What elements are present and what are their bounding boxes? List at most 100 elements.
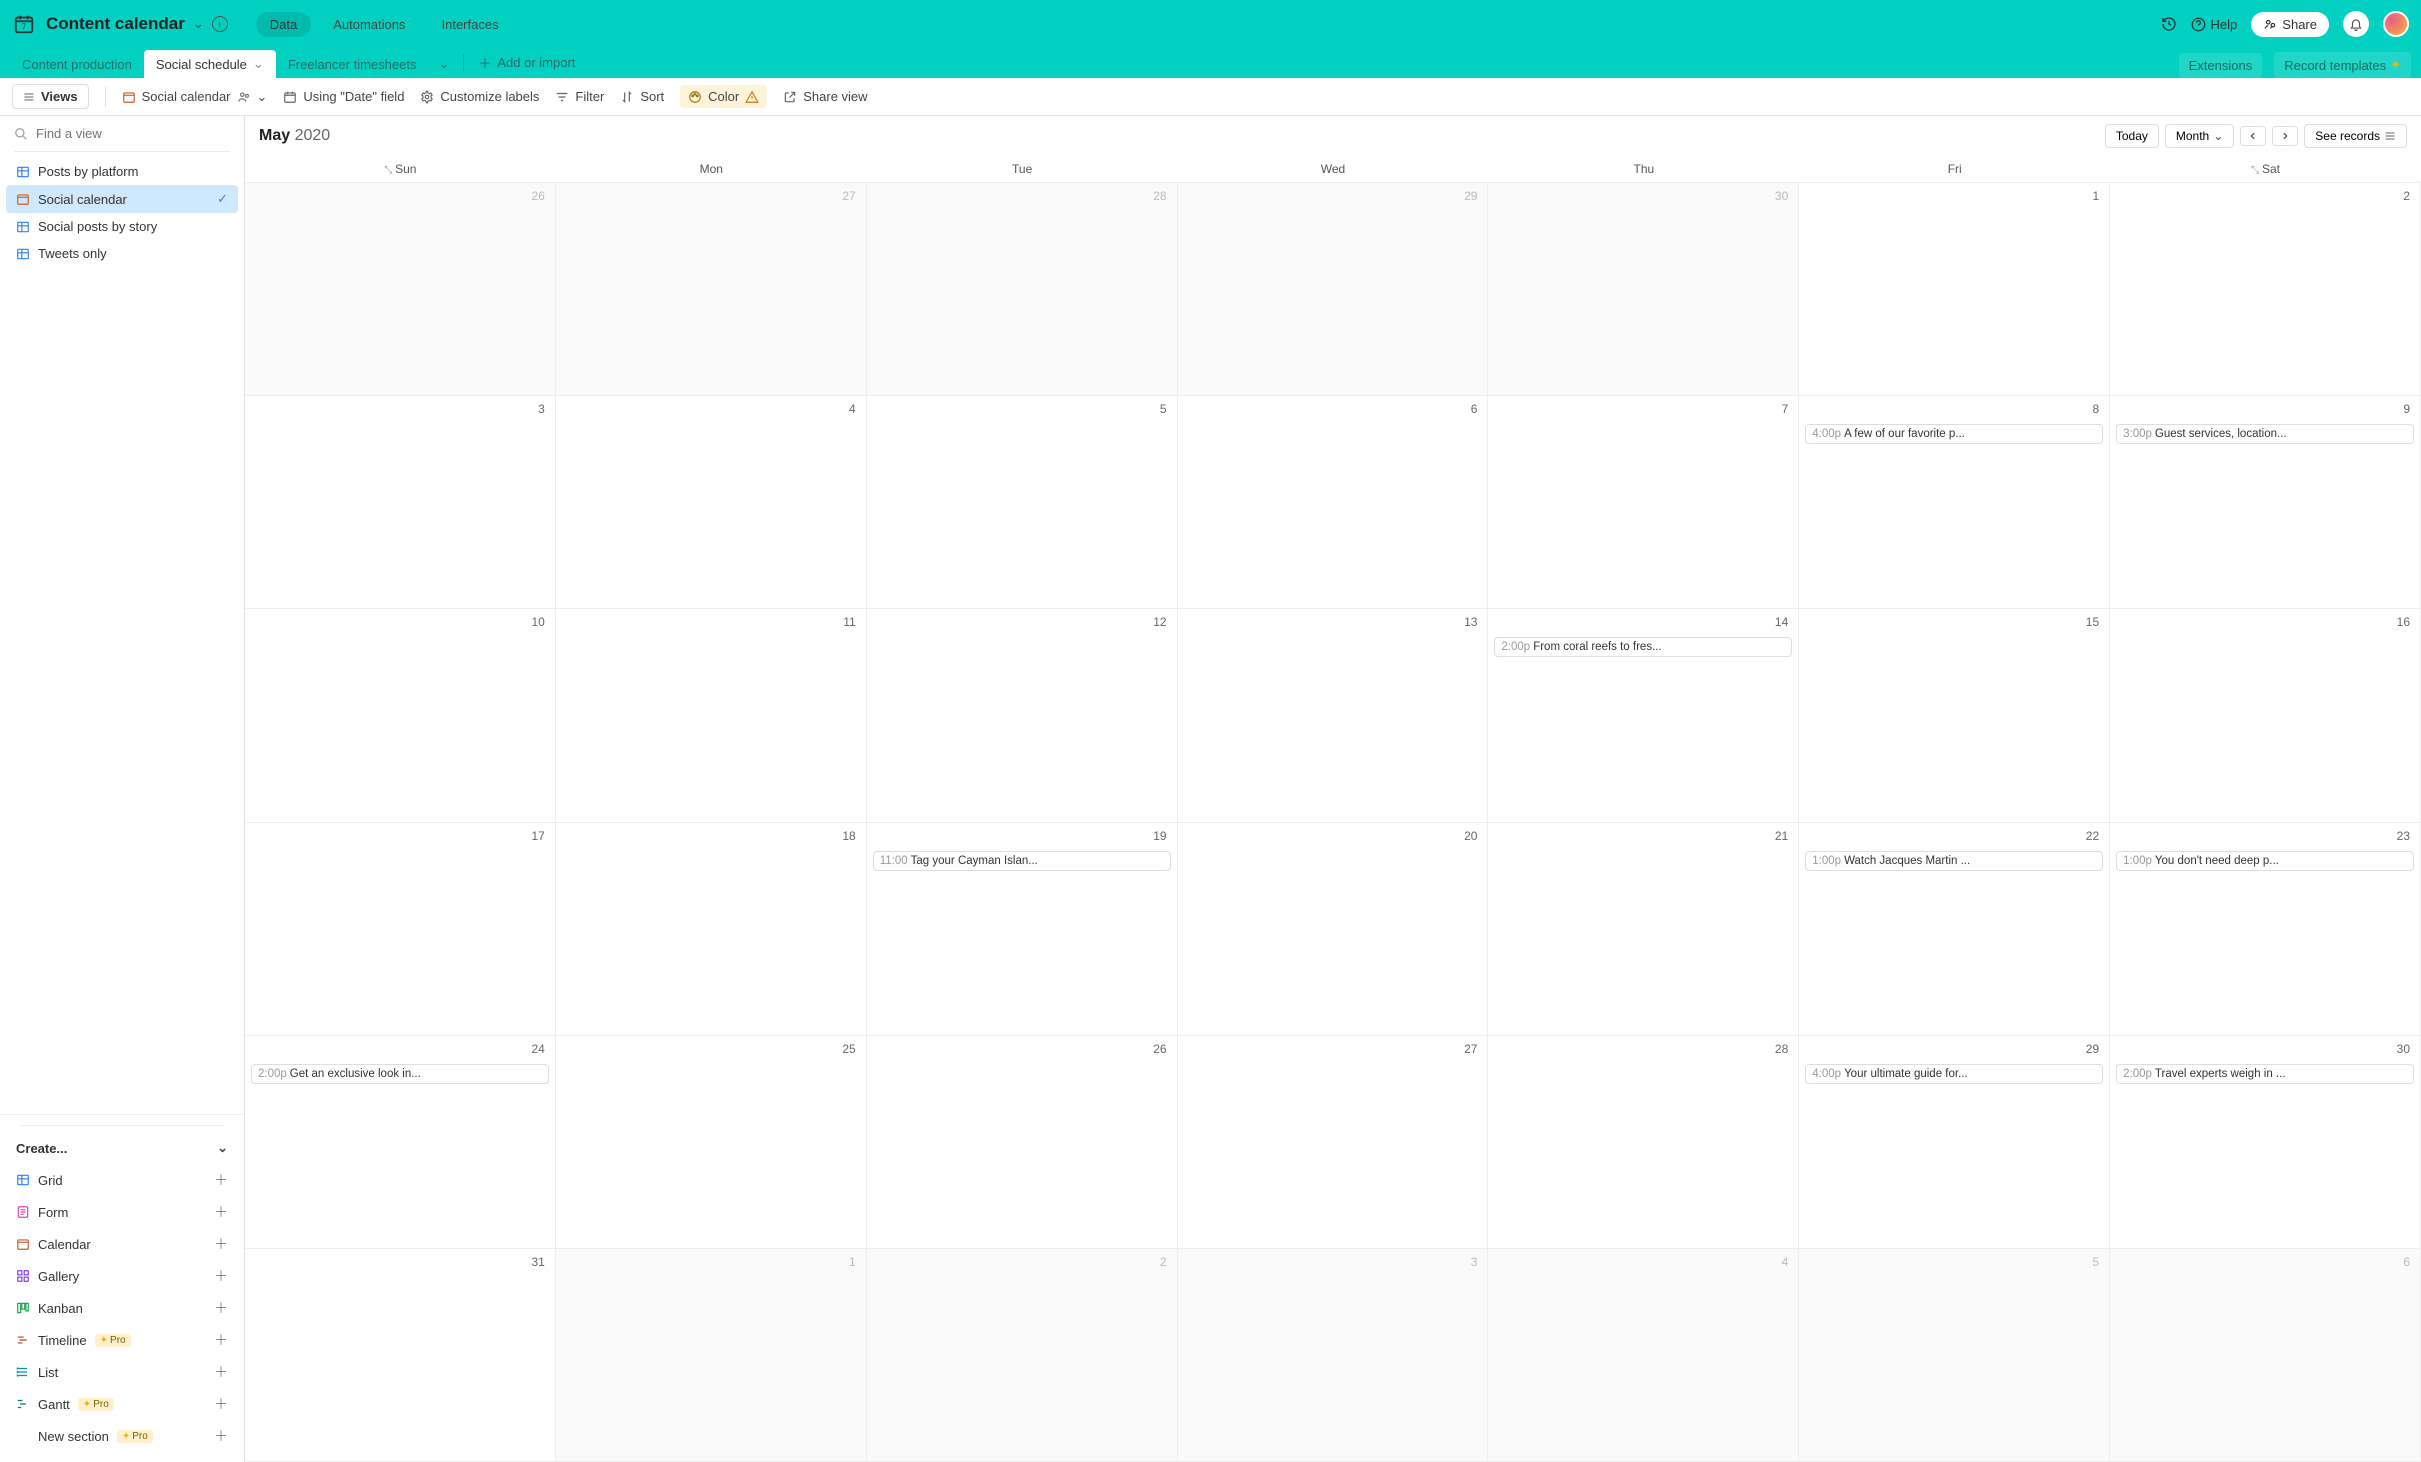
calendar-cell[interactable]: 221:00pWatch Jacques Martin ...: [1799, 823, 2110, 1036]
plus-icon[interactable]: ＋: [214, 1330, 228, 1350]
create-view-item[interactable]: Gantt ✦Pro ＋: [6, 1388, 238, 1420]
calendar-cell[interactable]: 1: [556, 1249, 867, 1462]
calendar-cell[interactable]: 1: [1799, 183, 2110, 396]
calendar-cell[interactable]: 26: [245, 183, 556, 396]
plus-icon[interactable]: ＋: [214, 1234, 228, 1254]
calendar-cell[interactable]: 93:00pGuest services, location...: [2110, 396, 2421, 609]
table-tab[interactable]: Content production: [10, 51, 144, 78]
calendar-cell[interactable]: 302:00pTravel experts weigh in ...: [2110, 1036, 2421, 1249]
calendar-cell[interactable]: 3: [245, 396, 556, 609]
calendar-cell[interactable]: 26: [867, 1036, 1178, 1249]
plus-icon[interactable]: ＋: [214, 1362, 228, 1382]
using-field-button[interactable]: Using "Date" field: [283, 89, 404, 104]
calendar-cell[interactable]: 16: [2110, 609, 2421, 822]
calendar-cell[interactable]: 10: [245, 609, 556, 822]
create-view-item[interactable]: Form ＋: [6, 1196, 238, 1228]
chevron-down-icon[interactable]: ⌄: [253, 56, 264, 72]
notifications-button[interactable]: [2343, 11, 2369, 37]
create-view-item[interactable]: Kanban ＋: [6, 1292, 238, 1324]
history-button[interactable]: [2161, 16, 2177, 32]
calendar-event[interactable]: 3:00pGuest services, location...: [2116, 424, 2414, 444]
calendar-cell[interactable]: 242:00pGet an exclusive look in...: [245, 1036, 556, 1249]
calendar-cell[interactable]: 27: [1178, 1036, 1489, 1249]
calendar-cell[interactable]: 25: [556, 1036, 867, 1249]
next-button[interactable]: [2272, 126, 2298, 146]
calendar-cell[interactable]: 20: [1178, 823, 1489, 1036]
base-icon[interactable]: 7: [12, 12, 36, 36]
plus-icon[interactable]: ＋: [214, 1170, 228, 1190]
plus-icon[interactable]: ＋: [214, 1202, 228, 1222]
color-button[interactable]: Color: [680, 85, 767, 108]
help-button[interactable]: Help: [2191, 17, 2238, 32]
calendar-cell[interactable]: 29: [1178, 183, 1489, 396]
info-icon[interactable]: i: [212, 16, 228, 32]
plus-icon[interactable]: ＋: [214, 1298, 228, 1318]
calendar-cell[interactable]: 27: [556, 183, 867, 396]
calendar-cell[interactable]: 2: [2110, 183, 2421, 396]
share-button[interactable]: Share: [2251, 12, 2329, 37]
calendar-cell[interactable]: 4: [556, 396, 867, 609]
mode-interfaces-tab[interactable]: Interfaces: [428, 12, 513, 37]
calendar-cell[interactable]: 7: [1488, 396, 1799, 609]
calendar-cell[interactable]: 6: [2110, 1249, 2421, 1462]
view-list-item[interactable]: Social posts by story: [6, 213, 238, 240]
mode-data-tab[interactable]: Data: [256, 12, 311, 37]
calendar-cell[interactable]: 30: [1488, 183, 1799, 396]
calendar-event[interactable]: 2:00pFrom coral reefs to fres...: [1494, 637, 1792, 657]
calendar-cell[interactable]: 294:00pYour ultimate guide for...: [1799, 1036, 2110, 1249]
plus-icon[interactable]: ＋: [214, 1426, 228, 1446]
record-templates-button[interactable]: Record templates ✦: [2274, 52, 2411, 78]
sort-button[interactable]: Sort: [620, 89, 664, 104]
customize-labels-button[interactable]: Customize labels: [420, 89, 539, 104]
plus-icon[interactable]: ＋: [214, 1394, 228, 1414]
calendar-cell[interactable]: 15: [1799, 609, 2110, 822]
mode-automations-tab[interactable]: Automations: [319, 12, 419, 37]
create-view-item[interactable]: New section ✦Pro ＋: [6, 1420, 238, 1452]
calendar-event[interactable]: 4:00pA few of our favorite p...: [1805, 424, 2103, 444]
calendar-cell[interactable]: 1911:00Tag your Cayman Islan...: [867, 823, 1178, 1036]
base-title[interactable]: Content calendar: [46, 14, 185, 34]
table-tab[interactable]: Freelancer timesheets: [276, 51, 429, 78]
current-view-button[interactable]: Social calendar ⌄: [122, 89, 268, 105]
avatar[interactable]: [2383, 11, 2409, 37]
filter-button[interactable]: Filter: [555, 89, 604, 104]
calendar-cell[interactable]: 21: [1488, 823, 1799, 1036]
share-view-button[interactable]: Share view: [783, 89, 867, 104]
scope-button[interactable]: Month ⌄: [2165, 124, 2234, 148]
prev-button[interactable]: [2240, 126, 2266, 146]
create-view-item[interactable]: Gallery ＋: [6, 1260, 238, 1292]
calendar-event[interactable]: 1:00pWatch Jacques Martin ...: [1805, 851, 2103, 871]
calendar-cell[interactable]: 3: [1178, 1249, 1489, 1462]
calendar-event[interactable]: 11:00Tag your Cayman Islan...: [873, 851, 1171, 871]
calendar-cell[interactable]: 4: [1488, 1249, 1799, 1462]
view-list-item[interactable]: Posts by platform: [6, 158, 238, 185]
plus-icon[interactable]: ＋: [214, 1266, 228, 1286]
calendar-cell[interactable]: 5: [867, 396, 1178, 609]
view-list-item[interactable]: Social calendar✓: [6, 185, 238, 213]
calendar-cell[interactable]: 2: [867, 1249, 1178, 1462]
create-view-item[interactable]: List ＋: [6, 1356, 238, 1388]
calendar-event[interactable]: 4:00pYour ultimate guide for...: [1805, 1064, 2103, 1084]
calendar-cell[interactable]: 6: [1178, 396, 1489, 609]
calendar-cell[interactable]: 28: [867, 183, 1178, 396]
calendar-cell[interactable]: 13: [1178, 609, 1489, 822]
today-button[interactable]: Today: [2105, 124, 2159, 148]
calendar-cell[interactable]: 18: [556, 823, 867, 1036]
calendar-cell[interactable]: 231:00pYou don't need deep p...: [2110, 823, 2421, 1036]
see-records-button[interactable]: See records: [2304, 124, 2407, 148]
chevron-down-icon[interactable]: ⌄: [193, 16, 204, 32]
create-view-item[interactable]: Timeline ✦Pro ＋: [6, 1324, 238, 1356]
create-view-item[interactable]: Calendar ＋: [6, 1228, 238, 1260]
create-view-toggle[interactable]: Create... ⌄: [6, 1132, 238, 1164]
calendar-cell[interactable]: 31: [245, 1249, 556, 1462]
calendar-cell[interactable]: 17: [245, 823, 556, 1036]
calendar-cell[interactable]: 11: [556, 609, 867, 822]
extensions-button[interactable]: Extensions: [2179, 53, 2263, 78]
tables-menu-button[interactable]: ⌄: [428, 50, 459, 78]
calendar-event[interactable]: 2:00pTravel experts weigh in ...: [2116, 1064, 2414, 1084]
view-list-item[interactable]: Tweets only: [6, 240, 238, 267]
calendar-cell[interactable]: 84:00pA few of our favorite p...: [1799, 396, 2110, 609]
views-button[interactable]: Views: [12, 84, 89, 109]
calendar-event[interactable]: 1:00pYou don't need deep p...: [2116, 851, 2414, 871]
create-view-item[interactable]: Grid ＋: [6, 1164, 238, 1196]
